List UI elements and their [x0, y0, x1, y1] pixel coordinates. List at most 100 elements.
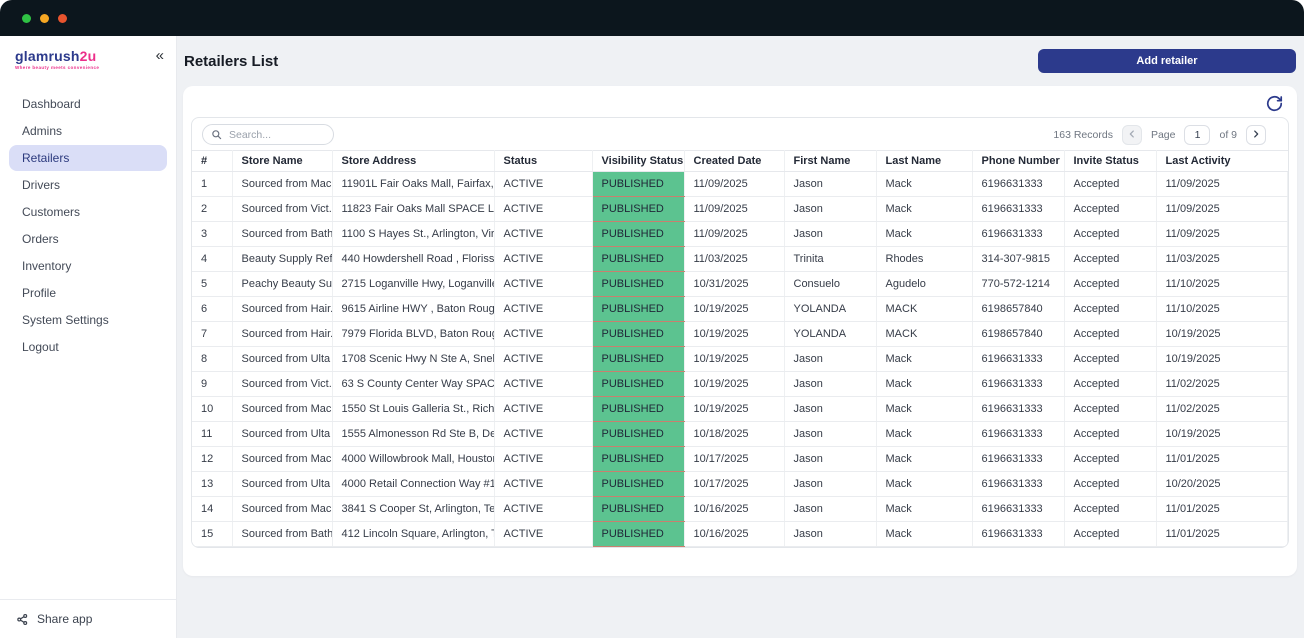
cell-status: ACTIVE	[494, 397, 592, 422]
cell-num: 2	[192, 197, 232, 222]
table-row[interactable]: 7Sourced from Hair...7979 Florida BLVD, …	[192, 322, 1288, 347]
sidebar-item-admins[interactable]: Admins	[9, 118, 167, 144]
table-row[interactable]: 13Sourced from Ulta ...4000 Retail Conne…	[192, 472, 1288, 497]
cell-invite: Accepted	[1064, 247, 1156, 272]
table-row[interactable]: 1Sourced from Mac...11901L Fair Oaks Mal…	[192, 172, 1288, 197]
brand-logo: glamrush2u Where beauty meets convenienc…	[15, 49, 99, 70]
sidebar-item-retailers[interactable]: Retailers	[9, 145, 167, 171]
cell-num: 9	[192, 372, 232, 397]
cell-last_name: Mack	[876, 372, 972, 397]
share-app-button[interactable]: Share app	[0, 599, 176, 638]
cell-num: 15	[192, 522, 232, 547]
cell-last_name: Agudelo	[876, 272, 972, 297]
refresh-icon	[1266, 100, 1283, 115]
sidebar-collapse-icon[interactable]: «	[156, 49, 164, 63]
table-row[interactable]: 8Sourced from Ulta ...1708 Scenic Hwy N …	[192, 347, 1288, 372]
sidebar-item-profile[interactable]: Profile	[9, 280, 167, 306]
cell-last_activity: 10/19/2025	[1156, 422, 1288, 447]
cell-phone: 6196631333	[972, 447, 1064, 472]
cell-num: 8	[192, 347, 232, 372]
sidebar-item-customers[interactable]: Customers	[9, 199, 167, 225]
cell-invite: Accepted	[1064, 497, 1156, 522]
cell-num: 4	[192, 247, 232, 272]
cell-store_name: Sourced from Ulta ...	[232, 347, 332, 372]
cell-last_name: Mack	[876, 222, 972, 247]
cell-status: ACTIVE	[494, 322, 592, 347]
retailers-table-container: 163 Records Page of 9	[191, 117, 1289, 548]
cell-num: 1	[192, 172, 232, 197]
traffic-light-yellow[interactable]	[40, 14, 49, 23]
cell-store_address: 11901L Fair Oaks Mall, Fairfax, Virgi...	[332, 172, 494, 197]
share-app-label: Share app	[37, 612, 92, 626]
cell-status: ACTIVE	[494, 222, 592, 247]
table-row[interactable]: 10Sourced from Mac...1550 St Louis Galle…	[192, 397, 1288, 422]
cell-store_address: 412 Lincoln Square, Arlington, Texa...	[332, 522, 494, 547]
cell-status: ACTIVE	[494, 372, 592, 397]
cell-created: 10/19/2025	[684, 322, 784, 347]
cell-invite: Accepted	[1064, 297, 1156, 322]
cell-visibility: PUBLISHED	[592, 522, 684, 547]
cell-last_activity: 11/10/2025	[1156, 297, 1288, 322]
table-row[interactable]: 6Sourced from Hair...9615 Airline HWY , …	[192, 297, 1288, 322]
column-header-first_name: First Name	[784, 151, 876, 172]
cell-invite: Accepted	[1064, 372, 1156, 397]
next-page-button[interactable]	[1246, 125, 1266, 145]
cell-store_name: Sourced from Bath...	[232, 522, 332, 547]
traffic-light-green[interactable]	[22, 14, 31, 23]
refresh-button[interactable]	[1266, 95, 1283, 112]
column-header-created: Created Date	[684, 151, 784, 172]
table-row[interactable]: 5Peachy Beauty Su...2715 Loganville Hwy,…	[192, 272, 1288, 297]
table-row[interactable]: 9Sourced from Vict...63 S County Center …	[192, 372, 1288, 397]
cell-last_activity: 11/01/2025	[1156, 497, 1288, 522]
cell-store_name: Sourced from Mac...	[232, 397, 332, 422]
cell-store_address: 1555 Almonesson Rd Ste B, Deptfo...	[332, 422, 494, 447]
prev-page-button[interactable]	[1122, 125, 1142, 145]
cell-store_name: Peachy Beauty Su...	[232, 272, 332, 297]
cell-store_name: Sourced from Mac...	[232, 447, 332, 472]
table-row[interactable]: 11Sourced from Ulta ...1555 Almonesson R…	[192, 422, 1288, 447]
table-row[interactable]: 12Sourced from Mac...4000 Willowbrook Ma…	[192, 447, 1288, 472]
cell-created: 10/19/2025	[684, 372, 784, 397]
cell-visibility: PUBLISHED	[592, 447, 684, 472]
sidebar-item-system-settings[interactable]: System Settings	[9, 307, 167, 333]
cell-visibility: PUBLISHED	[592, 347, 684, 372]
cell-status: ACTIVE	[494, 447, 592, 472]
cell-first_name: Jason	[784, 522, 876, 547]
sidebar-item-dashboard[interactable]: Dashboard	[9, 91, 167, 117]
page-number-input[interactable]	[1184, 125, 1210, 145]
column-header-status: Status	[494, 151, 592, 172]
cell-last_activity: 11/01/2025	[1156, 447, 1288, 472]
pagination: 163 Records Page of 9	[1053, 125, 1266, 145]
cell-store_name: Sourced from Vict...	[232, 372, 332, 397]
table-row[interactable]: 4Beauty Supply Ref...440 Howdershell Roa…	[192, 247, 1288, 272]
table-row[interactable]: 15Sourced from Bath...412 Lincoln Square…	[192, 522, 1288, 547]
sidebar: glamrush2u Where beauty meets convenienc…	[0, 36, 177, 638]
cell-visibility: PUBLISHED	[592, 397, 684, 422]
column-header-last_name: Last Name	[876, 151, 972, 172]
cell-store_name: Sourced from Mac...	[232, 172, 332, 197]
cell-created: 10/31/2025	[684, 272, 784, 297]
search-box	[202, 124, 334, 145]
table-row[interactable]: 3Sourced from Bath...1100 S Hayes St., A…	[192, 222, 1288, 247]
cell-invite: Accepted	[1064, 272, 1156, 297]
sidebar-item-logout[interactable]: Logout	[9, 334, 167, 360]
column-header-store_name: Store Name	[232, 151, 332, 172]
table-body: 1Sourced from Mac...11901L Fair Oaks Mal…	[192, 172, 1288, 547]
traffic-light-orange[interactable]	[58, 14, 67, 23]
cell-phone: 6196631333	[972, 347, 1064, 372]
cell-first_name: Jason	[784, 372, 876, 397]
table-row[interactable]: 2Sourced from Vict...11823 Fair Oaks Mal…	[192, 197, 1288, 222]
table-row[interactable]: 14Sourced from Mac...3841 S Cooper St, A…	[192, 497, 1288, 522]
add-retailer-button[interactable]: Add retailer	[1038, 49, 1296, 73]
cell-invite: Accepted	[1064, 422, 1156, 447]
sidebar-item-drivers[interactable]: Drivers	[9, 172, 167, 198]
chevron-left-icon	[1127, 127, 1137, 142]
sidebar-item-inventory[interactable]: Inventory	[9, 253, 167, 279]
cell-invite: Accepted	[1064, 472, 1156, 497]
cell-first_name: Jason	[784, 197, 876, 222]
sidebar-item-orders[interactable]: Orders	[9, 226, 167, 252]
cell-first_name: Jason	[784, 347, 876, 372]
cell-store_name: Sourced from Mac...	[232, 497, 332, 522]
cell-store_address: 4000 Retail Connection Way #113, ...	[332, 472, 494, 497]
cell-num: 3	[192, 222, 232, 247]
